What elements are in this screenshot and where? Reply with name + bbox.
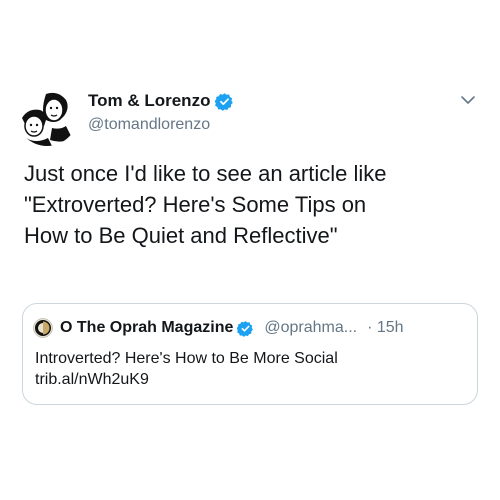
quoted-link[interactable]: trib.al/nWh2uK9 bbox=[35, 369, 465, 390]
author-avatar[interactable] bbox=[16, 84, 78, 146]
verified-badge-icon bbox=[237, 320, 254, 337]
quoted-tweet-header: O The Oprah Magazine @oprahma... · 15h bbox=[33, 318, 404, 338]
chevron-down-icon[interactable] bbox=[460, 92, 476, 108]
verified-badge-icon bbox=[215, 92, 234, 111]
quoted-text: Introverted? Here's How to Be More Socia… bbox=[35, 348, 465, 390]
oprah-magazine-logo-icon[interactable] bbox=[33, 318, 53, 338]
tweet-card: Tom & Lorenzo @tomandlorenzo Just once I… bbox=[0, 0, 500, 500]
author-handle[interactable]: @tomandlorenzo bbox=[88, 116, 234, 134]
quoted-tweet[interactable]: O The Oprah Magazine @oprahma... · 15h I… bbox=[22, 303, 478, 405]
author-block: Tom & Lorenzo @tomandlorenzo bbox=[88, 90, 234, 134]
tweet-text: Just once I'd like to see an article lik… bbox=[24, 161, 387, 248]
author-display-name[interactable]: Tom & Lorenzo bbox=[88, 91, 210, 111]
quoted-handle[interactable]: @oprahma... bbox=[264, 319, 357, 337]
quoted-text-line: Introverted? Here's How to Be More Socia… bbox=[35, 350, 338, 367]
quoted-timestamp[interactable]: · 15h bbox=[367, 319, 403, 337]
cartoon-avatar-icon bbox=[22, 92, 72, 146]
quoted-display-name[interactable]: O The Oprah Magazine bbox=[60, 319, 233, 337]
author-name-row: Tom & Lorenzo bbox=[88, 90, 234, 112]
